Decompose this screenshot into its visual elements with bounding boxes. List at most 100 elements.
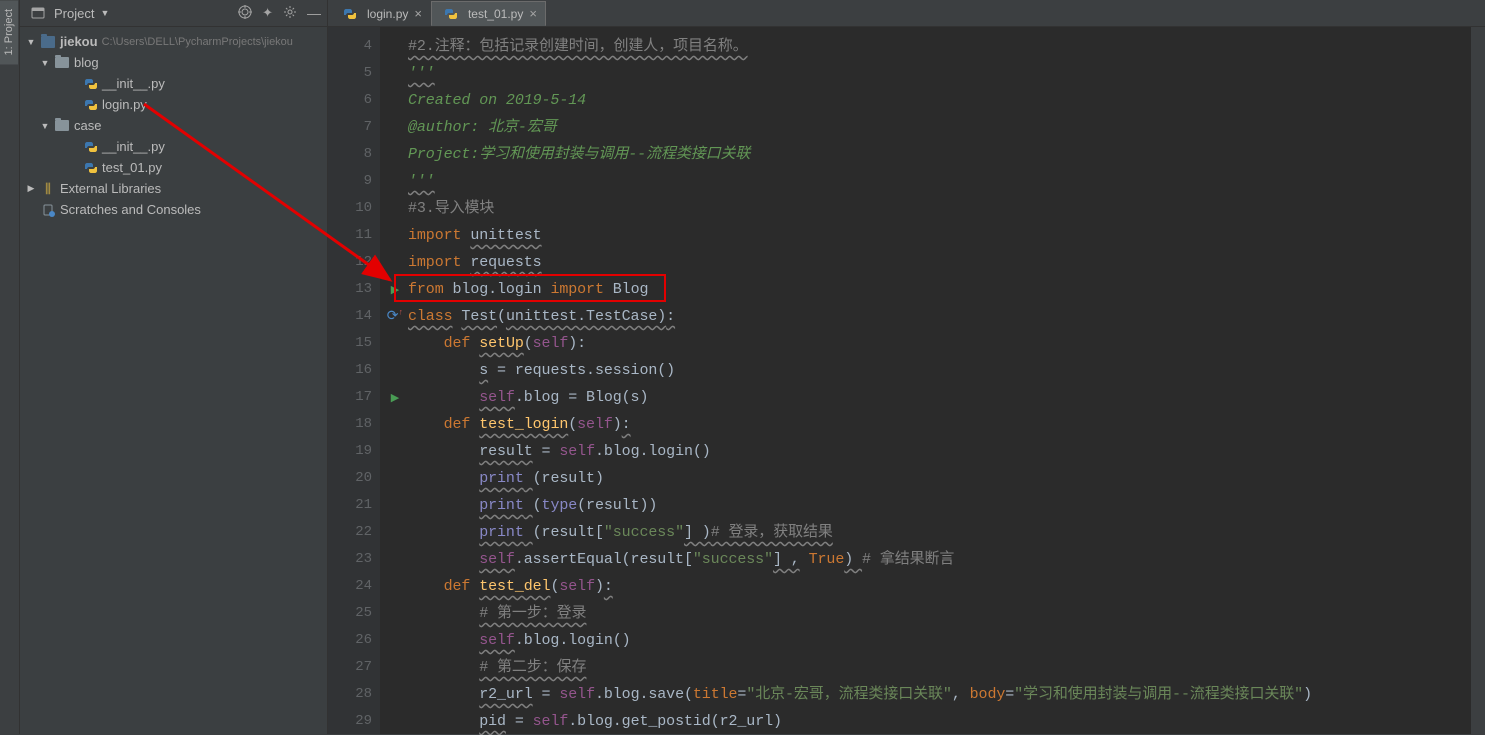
chevron-down-icon: ▼ bbox=[40, 58, 50, 68]
code-line[interactable]: class Test(unittest.TestCase): bbox=[408, 303, 1485, 330]
tree-label: Scratches and Consoles bbox=[60, 202, 201, 217]
line-number[interactable]: 4 bbox=[328, 33, 372, 60]
tree-file[interactable]: __init__.py bbox=[20, 136, 327, 157]
chevron-down-icon: ▼ bbox=[100, 8, 109, 18]
line-number[interactable]: 5 bbox=[328, 60, 372, 87]
tree-folder-case[interactable]: ▼ case bbox=[20, 115, 327, 136]
line-number[interactable]: 6 bbox=[328, 87, 372, 114]
code-line[interactable]: print (result["success"] )# 登录，获取结果 bbox=[408, 519, 1485, 546]
tree-scratches[interactable]: Scratches and Consoles bbox=[20, 199, 327, 220]
line-number[interactable]: 11 bbox=[328, 222, 372, 249]
code-line[interactable]: Created on 2019-5-14 bbox=[408, 87, 1485, 114]
tree-label: jiekou bbox=[60, 34, 98, 49]
code-line[interactable]: def test_login(self): bbox=[408, 411, 1485, 438]
tree-label: __init__.py bbox=[102, 76, 165, 91]
code-line[interactable]: result = self.blog.login() bbox=[408, 438, 1485, 465]
project-tool-tab[interactable]: 1: Project bbox=[0, 0, 18, 64]
line-number[interactable]: 22 bbox=[328, 519, 372, 546]
code-line[interactable]: self.assertEqual(result["success"] , Tru… bbox=[408, 546, 1485, 573]
code-line[interactable]: s = requests.session() bbox=[408, 357, 1485, 384]
chevron-right-icon: ▶ bbox=[26, 183, 36, 194]
editor-tab[interactable]: test_01.py × bbox=[431, 1, 546, 26]
line-number[interactable]: 14 bbox=[328, 303, 372, 330]
python-file-icon bbox=[84, 98, 98, 112]
code-line[interactable]: # 第一步：登录 bbox=[408, 600, 1485, 627]
code-line[interactable]: print (result) bbox=[408, 465, 1485, 492]
locate-icon[interactable] bbox=[238, 5, 252, 22]
line-number[interactable]: 21 bbox=[328, 492, 372, 519]
editor-scrollbar[interactable] bbox=[1471, 27, 1485, 734]
code-line[interactable]: def setUp(self): bbox=[408, 330, 1485, 357]
line-number[interactable]: 10 bbox=[328, 195, 372, 222]
tree-file[interactable]: __init__.py bbox=[20, 73, 327, 94]
project-header: Project ▼ ✦ — bbox=[20, 0, 327, 27]
line-number[interactable]: 27 bbox=[328, 654, 372, 681]
code-line[interactable]: #3.导入模块 bbox=[408, 195, 1485, 222]
project-panel: Project ▼ ✦ — ▼ jiekou C:\Users\DELL\Pyc… bbox=[20, 0, 328, 734]
line-number[interactable]: 15 bbox=[328, 330, 372, 357]
python-file-icon bbox=[343, 7, 357, 21]
code-line[interactable]: Project:学习和使用封装与调用--流程类接口关联 bbox=[408, 141, 1485, 168]
python-file-icon bbox=[84, 140, 98, 154]
line-number[interactable]: 9 bbox=[328, 168, 372, 195]
line-number[interactable]: 29 bbox=[328, 708, 372, 735]
line-number[interactable]: 8 bbox=[328, 141, 372, 168]
code-line[interactable]: @author: 北京-宏哥 bbox=[408, 114, 1485, 141]
code-line[interactable]: #2.注释：包括记录创建时间，创建人，项目名称。 bbox=[408, 33, 1485, 60]
line-number[interactable]: 17 bbox=[328, 384, 372, 411]
code-line[interactable]: # 第二步：保存 bbox=[408, 654, 1485, 681]
line-number[interactable]: 18 bbox=[328, 411, 372, 438]
line-number[interactable]: 26 bbox=[328, 627, 372, 654]
code-line[interactable]: import unittest bbox=[408, 222, 1485, 249]
tree-root[interactable]: ▼ jiekou C:\Users\DELL\PycharmProjects\j… bbox=[20, 31, 327, 52]
line-number[interactable]: 25 bbox=[328, 600, 372, 627]
code-line[interactable]: ''' bbox=[408, 168, 1485, 195]
folder-icon bbox=[54, 55, 70, 71]
gutter[interactable]: 4567891011121314151617181920212223242526… bbox=[328, 27, 380, 734]
code-line[interactable]: pid = self.blog.get_postid(r2_url) bbox=[408, 708, 1485, 735]
line-number[interactable]: 13 bbox=[328, 276, 372, 303]
project-header-label: Project bbox=[54, 6, 94, 21]
code-area[interactable]: #2.注释：包括记录创建时间，创建人，项目名称。'''Created on 20… bbox=[380, 27, 1485, 734]
tree-path: C:\Users\DELL\PycharmProjects\jiekou bbox=[102, 36, 293, 48]
tree-label: External Libraries bbox=[60, 181, 161, 196]
tree-label: blog bbox=[74, 55, 99, 70]
code-line[interactable]: self.blog.login() bbox=[408, 627, 1485, 654]
hide-panel-icon[interactable]: — bbox=[307, 5, 321, 21]
line-number[interactable]: 7 bbox=[328, 114, 372, 141]
code-line[interactable]: ''' bbox=[408, 60, 1485, 87]
line-number[interactable]: 24 bbox=[328, 573, 372, 600]
close-icon[interactable]: × bbox=[529, 6, 537, 21]
close-icon[interactable]: × bbox=[414, 6, 422, 21]
code-line[interactable]: def test_del(self): bbox=[408, 573, 1485, 600]
gear-icon[interactable] bbox=[283, 5, 297, 22]
editor-area: login.py × test_01.py × 4567891011121314… bbox=[328, 0, 1485, 734]
collapse-all-icon[interactable]: ✦ bbox=[262, 5, 273, 21]
tree-label: case bbox=[74, 118, 101, 133]
tree-label: login.py bbox=[102, 97, 147, 112]
tree-file[interactable]: login.py bbox=[20, 94, 327, 115]
tree-external-libraries[interactable]: ▶ ⫼ External Libraries bbox=[20, 178, 327, 199]
editor-tabs: login.py × test_01.py × bbox=[328, 0, 1485, 27]
chevron-down-icon: ▼ bbox=[40, 121, 50, 131]
project-header-title[interactable]: Project ▼ bbox=[26, 5, 109, 21]
tool-window-rail[interactable]: 1: Project bbox=[0, 0, 20, 734]
code-line[interactable]: from blog.login import Blog bbox=[408, 276, 1485, 303]
python-file-icon bbox=[444, 7, 458, 21]
editor-body[interactable]: 4567891011121314151617181920212223242526… bbox=[328, 27, 1485, 734]
code-line[interactable]: r2_url = self.blog.save(title="北京-宏哥，流程类… bbox=[408, 681, 1485, 708]
project-icon bbox=[30, 5, 46, 21]
editor-tab[interactable]: login.py × bbox=[330, 1, 431, 26]
line-number[interactable]: 16 bbox=[328, 357, 372, 384]
code-line[interactable]: import requests bbox=[408, 249, 1485, 276]
line-number[interactable]: 28 bbox=[328, 681, 372, 708]
line-number[interactable]: 12 bbox=[328, 249, 372, 276]
tree-file[interactable]: test_01.py bbox=[20, 157, 327, 178]
line-number[interactable]: 19 bbox=[328, 438, 372, 465]
code-line[interactable]: print (type(result)) bbox=[408, 492, 1485, 519]
line-number[interactable]: 23 bbox=[328, 546, 372, 573]
project-tree[interactable]: ▼ jiekou C:\Users\DELL\PycharmProjects\j… bbox=[20, 27, 327, 224]
code-line[interactable]: self.blog = Blog(s) bbox=[408, 384, 1485, 411]
tree-folder-blog[interactable]: ▼ blog bbox=[20, 52, 327, 73]
line-number[interactable]: 20 bbox=[328, 465, 372, 492]
